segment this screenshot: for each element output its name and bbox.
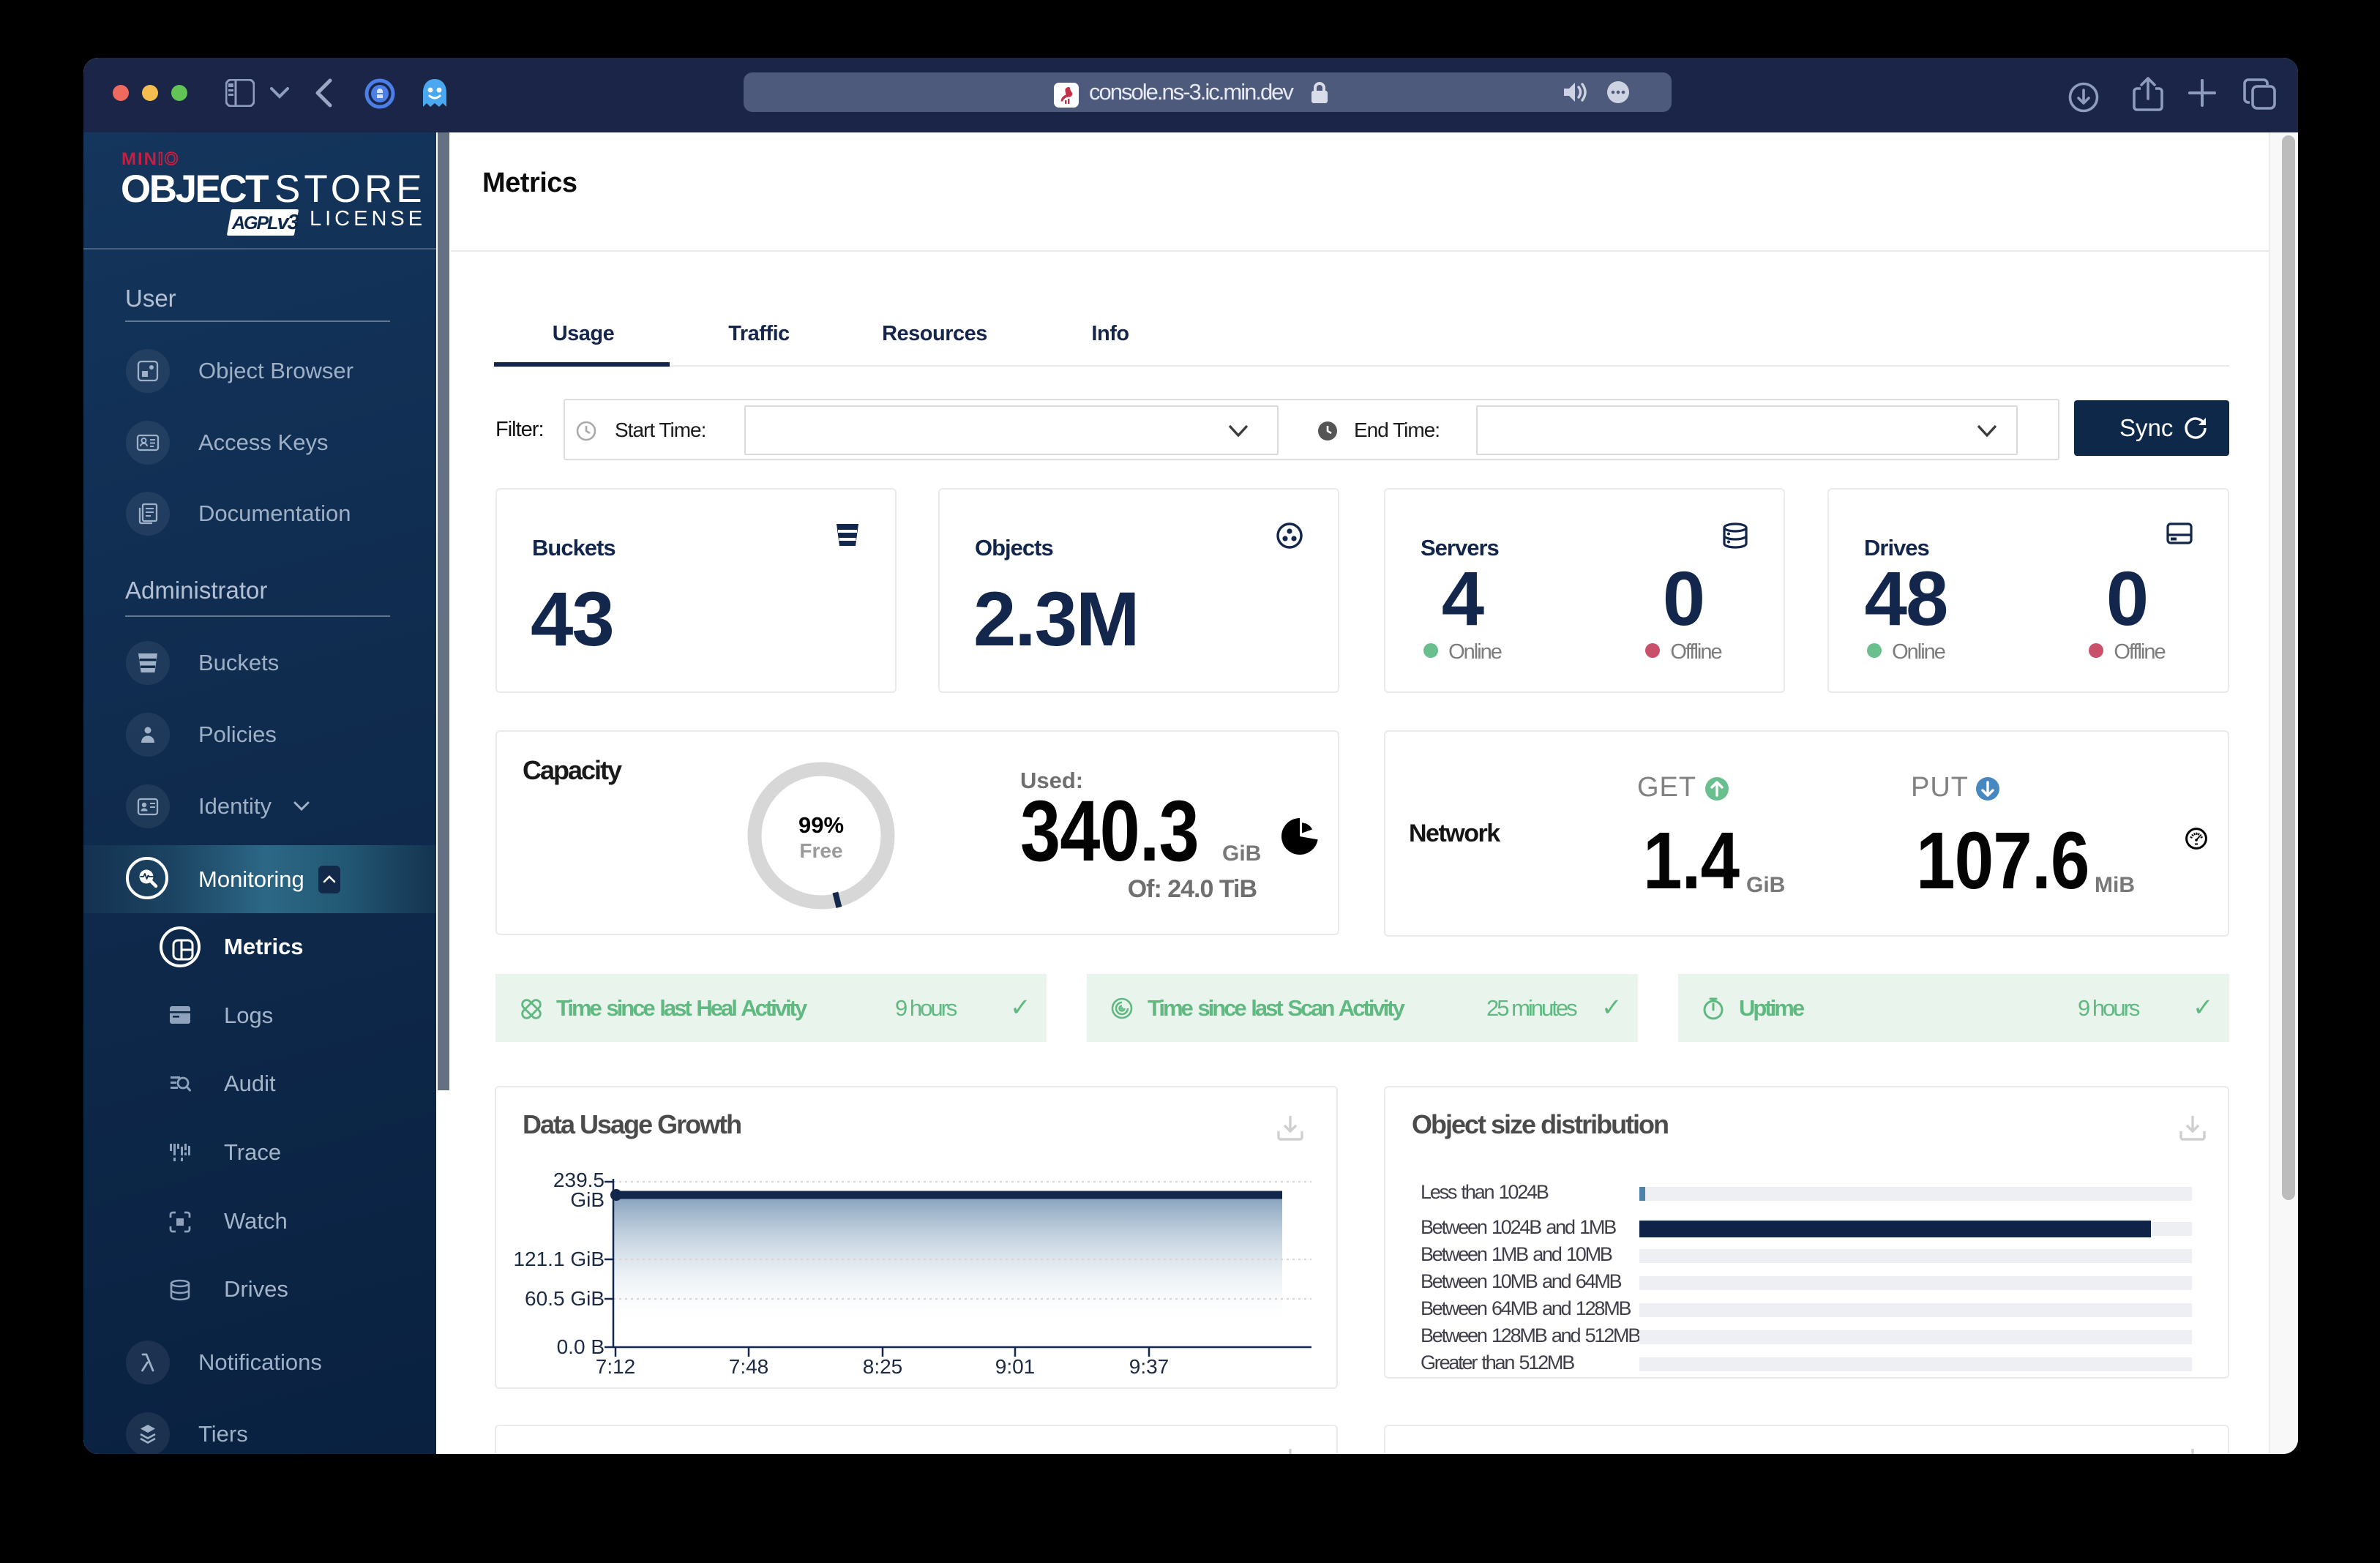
- svg-text:60.5 GiB: 60.5 GiB: [525, 1287, 605, 1310]
- svg-text:7:48: 7:48: [729, 1355, 769, 1378]
- svg-text:121.1 GiB: 121.1 GiB: [513, 1248, 605, 1270]
- svg-text:8:25: 8:25: [863, 1355, 903, 1378]
- svg-text:7:12: 7:12: [596, 1355, 636, 1378]
- svg-text:9:37: 9:37: [1129, 1355, 1170, 1378]
- svg-text:GiB: GiB: [570, 1188, 605, 1211]
- svg-text:9:01: 9:01: [995, 1355, 1036, 1378]
